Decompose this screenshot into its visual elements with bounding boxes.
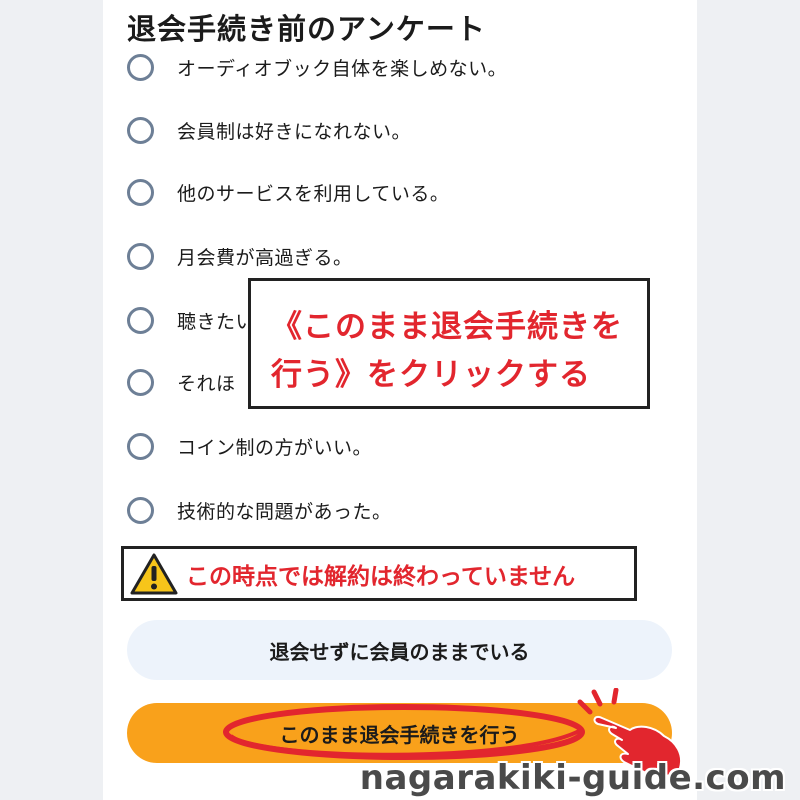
warning-icon	[130, 553, 178, 594]
site-watermark: nagarakiki-guide.com	[359, 758, 786, 798]
radio-button[interactable]	[127, 306, 154, 334]
radio-button[interactable]	[127, 178, 154, 206]
survey-option[interactable]: 会員制は好きになれない。	[127, 110, 647, 150]
warning-banner: この時点では解約は終わっていません	[121, 546, 637, 601]
survey-option[interactable]: コイン制の方がいい。	[127, 426, 647, 466]
option-label: コイン制の方がいい。	[177, 436, 373, 459]
option-label: それほ	[177, 372, 236, 395]
option-label: 技術的な問題があった。	[177, 500, 392, 523]
instruction-callout: 《このまま退会手続きを 行う》をクリックする	[248, 278, 650, 409]
radio-button[interactable]	[127, 368, 154, 396]
stay-member-button[interactable]: 退会せずに会員のままでいる	[127, 620, 672, 680]
radio-button[interactable]	[127, 242, 154, 270]
survey-option[interactable]: 月会費が高過ぎる。	[127, 236, 647, 276]
callout-line-2: 行う》をクリックする	[271, 357, 591, 393]
radio-button[interactable]	[127, 432, 154, 460]
option-label: 聴きたい	[177, 310, 256, 333]
survey-option[interactable]: オーディオブック自体を楽しめない。	[127, 47, 647, 87]
radio-button[interactable]	[127, 53, 154, 81]
radio-button[interactable]	[127, 496, 154, 524]
option-label: 会員制は好きになれない。	[177, 120, 412, 143]
radio-button[interactable]	[127, 116, 154, 144]
proceed-cancel-button[interactable]: このまま退会手続きを行う	[127, 703, 672, 763]
warning-text: この時点では解約は終わっていません	[186, 563, 576, 590]
callout-line-1: 《このまま退会手続きを	[271, 309, 623, 345]
option-label: 他のサービスを利用している。	[177, 182, 450, 205]
option-label: 月会費が高過ぎる。	[177, 246, 353, 269]
option-label: オーディオブック自体を楽しめない。	[177, 57, 508, 80]
survey-option[interactable]: 他のサービスを利用している。	[127, 172, 647, 212]
survey-option[interactable]: 技術的な問題があった。	[127, 490, 647, 530]
survey-title: 退会手続き前のアンケート	[127, 12, 486, 46]
